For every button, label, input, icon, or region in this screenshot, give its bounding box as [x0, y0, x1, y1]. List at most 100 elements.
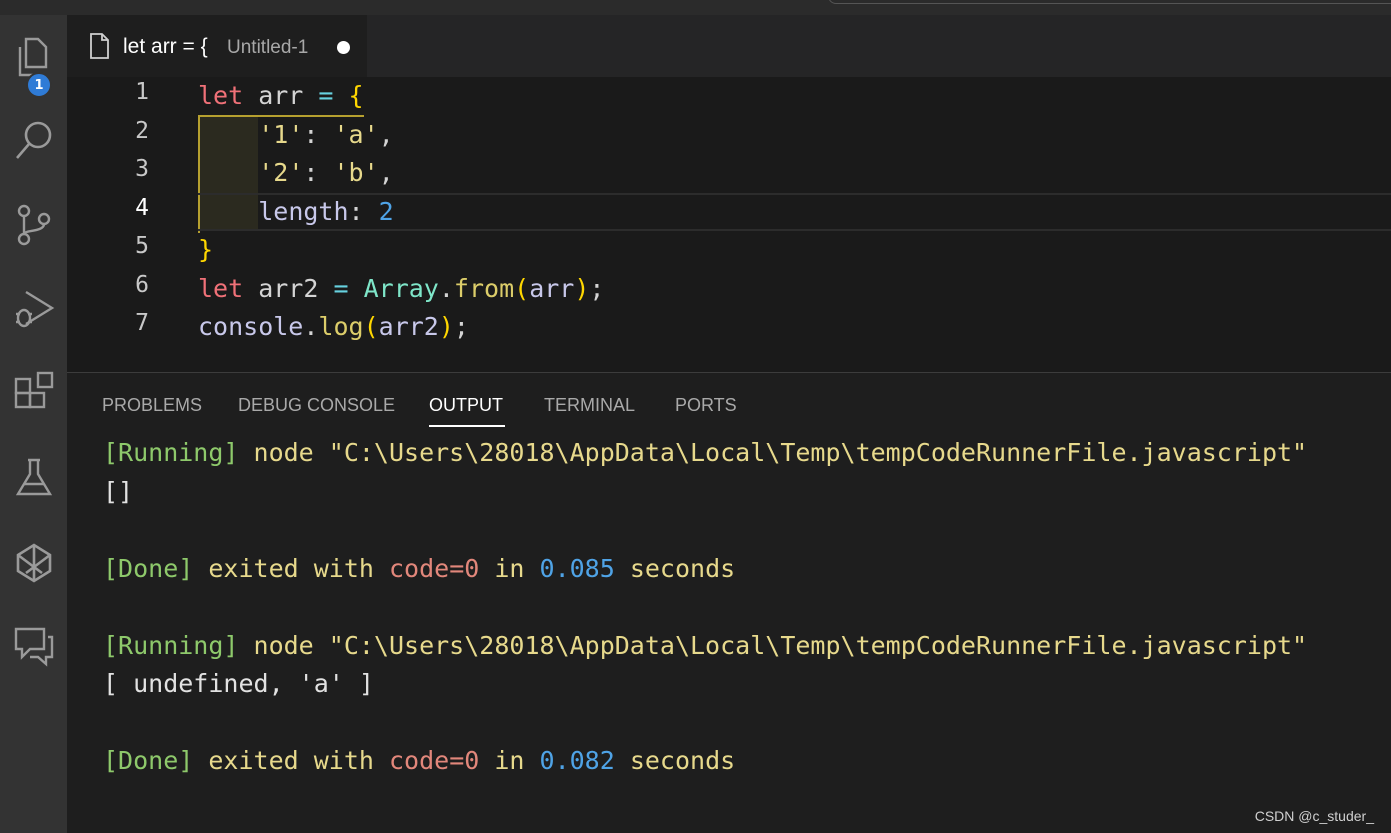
output-line: [Done] exited with code=0 in 0.085 secon… — [103, 552, 735, 586]
watermark: CSDN @c_studer_ — [1254, 808, 1374, 824]
output-token: 0.085 — [539, 553, 615, 583]
title-strip — [0, 0, 1391, 15]
output-token: 0.082 — [539, 746, 615, 775]
output-token: [Running] — [103, 438, 239, 467]
code-token: = — [333, 273, 349, 303]
file-icon — [90, 33, 109, 59]
editor-tab-untitled[interactable]: let arr = { Untitled-1 — [67, 15, 367, 77]
tab-title: let arr = { — [123, 35, 208, 58]
code-line: '2': 'b', — [198, 154, 394, 192]
code-token: let — [198, 81, 244, 110]
output-line: [Running] node "C:\Users\28018\AppData\L… — [103, 629, 1307, 663]
line-number: 7 — [135, 310, 149, 336]
activity-source-control[interactable] — [0, 195, 67, 255]
code-token: ( — [514, 273, 530, 303]
activity-search[interactable] — [0, 110, 67, 170]
output-token: [] — [103, 476, 134, 506]
explorer-badge: 1 — [26, 72, 52, 98]
line-number: 2 — [135, 117, 149, 144]
code-token: ) — [574, 273, 590, 303]
code-line: let arr = { — [198, 77, 364, 115]
output-token: [Running] — [103, 630, 239, 660]
output-line: [Running] node "C:\Users\28018\AppData\L… — [103, 436, 1307, 470]
line-number-gutter: 1 2 3 4 5 6 7 — [67, 77, 177, 372]
activity-testing[interactable] — [0, 448, 67, 508]
run-debug-icon — [15, 290, 54, 328]
code-token: arr2 — [243, 273, 334, 303]
code-line: let arr2 = Array.from(arr); — [198, 270, 604, 308]
code-token: . — [438, 273, 454, 303]
output-token: seconds — [614, 553, 736, 583]
search-icon — [15, 121, 51, 159]
output-token: code=0 — [388, 553, 480, 583]
code-token: = — [318, 81, 334, 110]
code-token: : — [348, 196, 379, 226]
editor-tab-bar: let arr = { Untitled-1 — [67, 15, 1391, 77]
output-token: in — [479, 746, 540, 775]
code-token: '1' — [258, 119, 304, 149]
panel-tab-debug-console[interactable]: DEBUG CONSOLE — [238, 395, 395, 416]
activity-remote[interactable] — [0, 533, 67, 593]
output-line: [] — [103, 475, 133, 509]
code-token: arr — [529, 273, 575, 303]
output-token: [Done] — [103, 746, 194, 775]
output-token: node "C:\Users\28018\AppData\Local\Temp\… — [238, 630, 1308, 660]
output-token: [ undefined, 'a' ] — [103, 669, 374, 698]
code-token: let — [198, 273, 244, 303]
line-number: 5 — [135, 233, 149, 259]
testing-icon — [15, 458, 52, 496]
output-line: [ undefined, 'a' ] — [103, 667, 374, 701]
code-token: '2' — [258, 158, 304, 187]
code-token: length — [258, 196, 349, 226]
code-token: } — [198, 235, 214, 264]
code-line: console.log(arr2); — [198, 308, 469, 346]
command-center[interactable] — [828, 0, 1391, 4]
code-token: ; — [589, 273, 605, 303]
code-token: . — [303, 312, 319, 341]
code-token: { — [348, 81, 364, 110]
activity-run-debug[interactable] — [0, 278, 67, 338]
activity-bar: 1 — [0, 15, 67, 833]
panel-tab-ports[interactable]: PORTS — [675, 395, 737, 416]
active-tab-underline — [429, 425, 505, 427]
activity-chat[interactable] — [0, 615, 67, 675]
code-token: Array — [363, 273, 439, 303]
code-token: ; — [453, 312, 469, 341]
code-token: log — [318, 312, 364, 341]
code-token: ) — [438, 312, 454, 341]
output-token: in — [479, 553, 540, 583]
panel-tab-problems[interactable]: PROBLEMS — [102, 395, 202, 416]
chat-icon — [14, 627, 53, 667]
code-token: , — [378, 119, 394, 149]
code-token: : — [303, 158, 334, 187]
code-token: arr — [243, 81, 319, 110]
code-token: from — [453, 273, 515, 303]
panel-tab-output[interactable]: OUTPUT — [429, 395, 503, 416]
code-token: 2 — [378, 196, 394, 226]
line-number: 1 — [135, 79, 149, 105]
code-token: arr2 — [378, 312, 439, 341]
code-editor[interactable]: 1234567 let arr = { '1': 'a', '2': 'b', … — [67, 77, 1391, 372]
activity-explorer[interactable]: 1 — [0, 27, 67, 98]
panel-tab-terminal[interactable]: TERMINAL — [544, 395, 635, 416]
output-token: code=0 — [388, 746, 480, 775]
code-line: length: 2 — [198, 193, 394, 231]
line-number: 4 — [135, 194, 149, 221]
code-token: 'b' — [333, 158, 379, 187]
code-token: ( — [363, 312, 379, 341]
code-line: } — [198, 231, 213, 269]
line-number: 3 — [135, 156, 149, 182]
code-line: '1': 'a', — [198, 116, 394, 154]
activity-extensions[interactable] — [0, 363, 67, 423]
code-token: : — [303, 119, 334, 149]
output-token: node "C:\Users\28018\AppData\Local\Temp\… — [238, 438, 1308, 467]
extensions-icon — [14, 371, 53, 409]
source-control-icon — [17, 204, 50, 246]
bottom-panel: PROBLEMS DEBUG CONSOLE OUTPUT TERMINAL PORTS… — [67, 372, 1391, 833]
unsaved-dot-icon[interactable] — [337, 41, 350, 54]
code-token: , — [378, 158, 394, 187]
output-token: seconds — [614, 746, 736, 775]
